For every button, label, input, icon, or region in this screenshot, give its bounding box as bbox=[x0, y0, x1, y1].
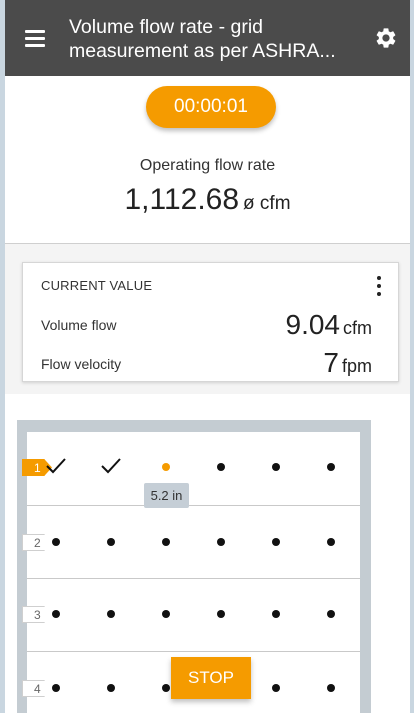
current-value-card: CURRENT VALUE Volume flow 9.04 cfm Flow v… bbox=[22, 262, 399, 382]
operating-flow-rate-value: 1,112.68 ø cfm bbox=[5, 183, 410, 217]
app-bar: Volume flow rate - grid measurement as p… bbox=[5, 0, 410, 76]
measurement-point-active[interactable] bbox=[162, 463, 170, 471]
measurement-point[interactable] bbox=[327, 538, 335, 546]
measurement-point[interactable] bbox=[327, 684, 335, 692]
volume-flow-label: Volume flow bbox=[41, 317, 117, 333]
stop-button[interactable]: STOP bbox=[171, 657, 251, 699]
page-title: Volume flow rate - grid measurement as p… bbox=[69, 15, 359, 63]
measurement-point[interactable] bbox=[107, 538, 115, 546]
timer-button[interactable]: 00:00:01 bbox=[146, 86, 276, 128]
measurement-point[interactable] bbox=[272, 610, 280, 618]
volume-flow-number: 9.04 bbox=[285, 309, 341, 340]
flow-velocity-label: Flow velocity bbox=[41, 356, 122, 372]
volume-flow-unit: cfm bbox=[343, 318, 372, 338]
measurement-point[interactable] bbox=[162, 684, 170, 692]
measurement-point[interactable] bbox=[162, 610, 170, 618]
measurement-point[interactable] bbox=[162, 538, 170, 546]
measurement-point[interactable] bbox=[217, 610, 225, 618]
check-icon[interactable] bbox=[100, 457, 122, 475]
page-title-line-2: measurement as per ASHRA... bbox=[69, 40, 336, 62]
grid-row-divider bbox=[27, 578, 360, 579]
measurement-point[interactable] bbox=[52, 538, 60, 546]
gear-icon[interactable] bbox=[374, 26, 398, 50]
measurement-point[interactable] bbox=[52, 684, 60, 692]
measurement-point[interactable] bbox=[327, 463, 335, 471]
measurement-point[interactable] bbox=[107, 684, 115, 692]
operating-flow-rate-label: Operating flow rate bbox=[139, 157, 276, 174]
measurement-point[interactable] bbox=[52, 610, 60, 618]
hamburger-menu-icon[interactable] bbox=[23, 28, 47, 48]
measurement-point[interactable] bbox=[272, 463, 280, 471]
measurement-point[interactable] bbox=[107, 610, 115, 618]
check-icon[interactable] bbox=[45, 457, 67, 475]
measurement-point[interactable] bbox=[217, 463, 225, 471]
volume-flow-value: 9.04 cfm bbox=[286, 309, 373, 341]
measurement-point[interactable] bbox=[272, 684, 280, 692]
flow-velocity-value: 7 fpm bbox=[323, 347, 372, 379]
card-title: CURRENT VALUE bbox=[41, 278, 153, 293]
measurement-point[interactable] bbox=[327, 610, 335, 618]
more-vert-icon[interactable] bbox=[374, 275, 384, 297]
measurement-point[interactable] bbox=[217, 538, 225, 546]
grid-row-divider bbox=[27, 651, 360, 652]
flow-velocity-number: 7 bbox=[323, 347, 339, 378]
right-edge-strip bbox=[410, 0, 414, 713]
operating-flow-rate-number: 1,112.68 bbox=[124, 183, 240, 216]
page-title-line-1: Volume flow rate - grid bbox=[69, 16, 264, 38]
flow-velocity-unit: fpm bbox=[341, 356, 372, 376]
grid-row-divider bbox=[27, 505, 360, 506]
measurement-point[interactable] bbox=[272, 538, 280, 546]
measurement-point-tooltip: 5.2 in bbox=[144, 483, 189, 508]
operating-flow-rate-unit: ø cfm bbox=[243, 193, 291, 214]
